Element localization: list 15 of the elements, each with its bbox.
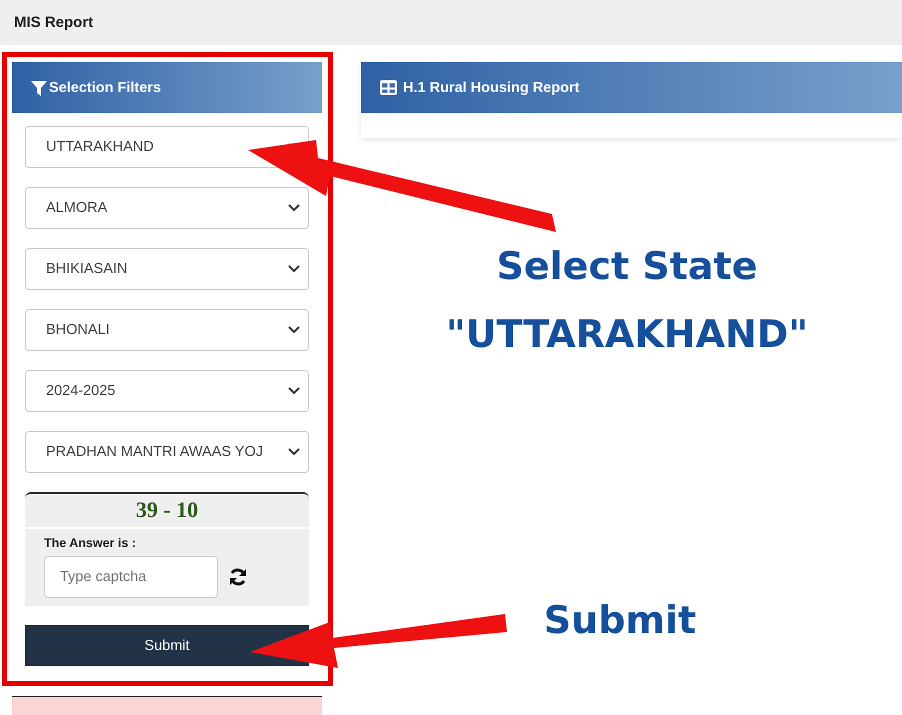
annotation-text: Select State <box>496 243 758 290</box>
dropdown-field[interactable]: BHONALI <box>25 309 309 351</box>
page-title: MIS Report <box>14 14 94 31</box>
annotation-text: "UTTARAKHAND" <box>444 311 810 358</box>
submit-button[interactable]: Submit <box>25 625 309 666</box>
dropdown-field[interactable]: 2024-2025 <box>25 370 309 412</box>
captcha-question: 39 - 10 <box>25 494 309 529</box>
annotation-text: Submit <box>542 597 698 644</box>
dropdown-field[interactable]: PRADHAN MANTRI AWAAS YOJ <box>25 431 309 473</box>
report-title: H.1 Rural Housing Report <box>403 80 580 96</box>
dropdown-field[interactable]: ALMORA <box>25 187 309 229</box>
captcha-input[interactable]: Type captcha <box>44 556 218 598</box>
dropdown-field[interactable]: BHIKIASAIN <box>25 248 309 290</box>
filters-title: Selection Filters <box>49 80 162 96</box>
answer-label: The Answer is : <box>44 536 136 550</box>
